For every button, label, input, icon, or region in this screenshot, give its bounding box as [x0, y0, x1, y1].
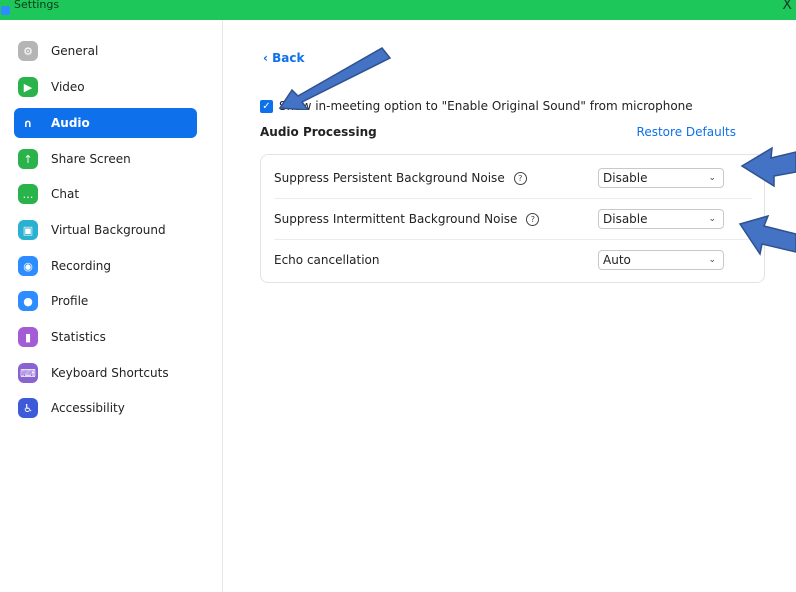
setting-label: Suppress Intermittent Background Noise	[274, 212, 518, 226]
setting-label: Suppress Persistent Background Noise	[274, 171, 505, 185]
annotation-arrow-checkbox	[278, 47, 392, 110]
setting-row-persistent-noise: Suppress Persistent Background Noise ? D…	[274, 158, 752, 198]
accessibility-icon: ♿	[18, 398, 38, 418]
window-title: Settings	[14, 0, 60, 11]
sidebar-item-keyboard-shortcuts[interactable]: ⌨ Keyboard Shortcuts	[14, 358, 197, 388]
headphones-icon: ∩	[23, 116, 33, 130]
gear-icon: ⚙	[18, 41, 38, 61]
dropdown-value: Auto	[603, 253, 631, 267]
sidebar-item-label: Statistics	[51, 330, 106, 344]
app-icon	[1, 5, 10, 15]
keyboard-icon: ⌨	[18, 363, 38, 383]
sidebar-item-profile[interactable]: ● Profile	[14, 286, 197, 316]
section-title: Audio Processing	[260, 125, 377, 139]
sidebar-item-label: Accessibility	[51, 401, 125, 415]
dropdown-value: Disable	[603, 171, 648, 185]
sidebar-item-chat[interactable]: … Chat	[14, 179, 197, 209]
chevron-down-icon: ⌄	[708, 255, 716, 265]
help-icon[interactable]: ?	[513, 171, 527, 185]
close-button[interactable]: X	[782, 0, 792, 13]
setting-row-echo-cancellation: Echo cancellation Auto ⌄	[274, 240, 752, 280]
setting-row-intermittent-noise: Suppress Intermittent Background Noise ?…	[274, 199, 752, 239]
audio-processing-panel: Suppress Persistent Background Noise ? D…	[260, 154, 765, 283]
sidebar-item-accessibility[interactable]: ♿ Accessibility	[14, 393, 197, 423]
chevron-down-icon: ⌄	[708, 214, 716, 224]
sidebar-item-label: Share Screen	[51, 152, 131, 166]
sidebar-item-video[interactable]: ▶ Video	[14, 72, 197, 102]
annotation-arrow-persistent	[740, 146, 796, 188]
sidebar-item-label: Virtual Background	[51, 223, 166, 237]
recording-icon: ◉	[18, 256, 38, 276]
virtual-background-icon: ▣	[18, 220, 38, 240]
sidebar-item-label: Audio	[51, 116, 90, 130]
sidebar-item-audio[interactable]: ∩ Audio	[14, 108, 197, 138]
help-icon[interactable]: ?	[526, 212, 540, 226]
sidebar-item-share-screen[interactable]: ↑ Share Screen	[14, 144, 197, 174]
sidebar-item-label: Keyboard Shortcuts	[51, 366, 169, 380]
statistics-icon: ▮	[18, 327, 38, 347]
echo-cancellation-dropdown[interactable]: Auto ⌄	[598, 250, 724, 270]
sidebar: ⚙ General ▶ Video ∩ Audio ↑ Share Screen…	[0, 20, 223, 592]
sidebar-item-recording[interactable]: ◉ Recording	[14, 251, 197, 281]
video-icon: ▶	[18, 77, 38, 97]
title-bar: Settings X	[0, 0, 796, 20]
persistent-noise-dropdown[interactable]: Disable ⌄	[598, 168, 724, 188]
sidebar-item-general[interactable]: ⚙ General	[14, 36, 197, 66]
annotation-arrow-intermittent	[738, 214, 796, 256]
sidebar-item-virtual-background[interactable]: ▣ Virtual Background	[14, 215, 197, 245]
sidebar-item-statistics[interactable]: ▮ Statistics	[14, 322, 197, 352]
sidebar-item-label: Recording	[51, 259, 112, 273]
profile-icon: ●	[18, 291, 38, 311]
intermittent-noise-dropdown[interactable]: Disable ⌄	[598, 209, 724, 229]
dropdown-value: Disable	[603, 212, 648, 226]
chat-icon: …	[18, 184, 38, 204]
sidebar-item-label: Profile	[51, 294, 89, 308]
sidebar-item-label: Chat	[51, 187, 80, 201]
share-screen-icon: ↑	[18, 149, 38, 169]
restore-defaults-link[interactable]: Restore Defaults	[637, 125, 736, 139]
sidebar-item-label: Video	[51, 80, 85, 94]
setting-label: Echo cancellation	[274, 253, 380, 267]
sidebar-item-label: General	[51, 44, 99, 58]
chevron-down-icon: ⌄	[708, 173, 716, 183]
